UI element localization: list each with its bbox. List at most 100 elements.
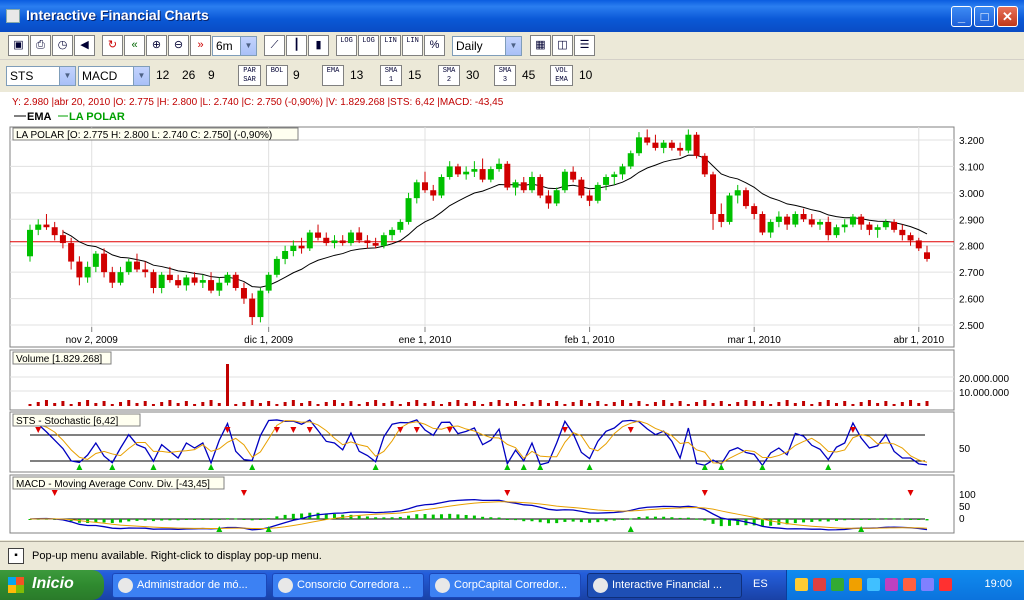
close-button[interactable]: ✕ [997, 6, 1018, 27]
volume-ema-button[interactable]: VOL EMA [550, 65, 573, 86]
sma3-param[interactable]: 45 [522, 68, 535, 82]
linear-scale-button[interactable]: LIN [380, 35, 401, 56]
print-icon[interactable]: ⎙ [30, 35, 51, 56]
taskbar-item-consorcio[interactable]: Consorcio Corredora ... [272, 573, 424, 598]
volume-bar [777, 402, 781, 406]
macd-histogram-bar [127, 519, 131, 522]
parabolic-sar-button[interactable]: PAR SAR [238, 65, 261, 86]
taskbar-item-interactive-charts[interactable]: Interactive Financial ... [587, 573, 742, 598]
update-icon[interactable] [903, 578, 916, 591]
candle-body [561, 171, 568, 191]
macd-signal-param[interactable]: 9 [208, 68, 215, 82]
macd-histogram-bar [110, 519, 114, 523]
volume-bar [876, 403, 880, 406]
macd-histogram-bar [653, 516, 657, 519]
volume-bar [283, 402, 287, 406]
volume-icon[interactable] [921, 578, 934, 591]
volume-bar [621, 400, 625, 406]
price-tick: 3.200 [959, 136, 984, 147]
data-table-icon[interactable]: ☰ [574, 35, 595, 56]
period-select[interactable]: 6m ▼ [212, 36, 257, 56]
messenger-icon[interactable] [885, 578, 898, 591]
chevron-down-icon[interactable]: ▼ [505, 37, 521, 55]
sma1-button[interactable]: SMA 1 [380, 65, 402, 86]
bollinger-param[interactable]: 9 [293, 68, 300, 82]
ema-button[interactable]: EMA [322, 65, 344, 86]
taskbar-item-corpcapital[interactable]: CorpCapital Corredor... [429, 573, 581, 598]
language-indicator[interactable]: ES [753, 578, 768, 590]
candle-body [92, 253, 99, 267]
zoom-in-icon[interactable]: ⊕ [146, 35, 167, 56]
sma1-param[interactable]: 15 [408, 68, 421, 82]
candle-body [191, 277, 198, 283]
sma2-param[interactable]: 30 [466, 68, 479, 82]
candle-body [101, 253, 108, 273]
sound-icon[interactable]: ◀ [74, 35, 95, 56]
chart-area[interactable]: Y: 2.980 |abr 20, 2010 |O: 2.775 |H: 2.8… [0, 92, 1024, 540]
monitor-icon[interactable] [867, 578, 880, 591]
percent-scale-button[interactable]: % [424, 35, 445, 56]
candle-body [586, 195, 593, 201]
shield-icon[interactable] [831, 578, 844, 591]
sma3-button[interactable]: SMA 3 [494, 65, 516, 86]
candle-body [158, 274, 165, 288]
interval-select[interactable]: Daily ▼ [452, 36, 522, 56]
bollinger-button[interactable]: BOL [266, 65, 288, 86]
volume-tick-20m: 20.000.000 [959, 374, 1009, 385]
macd-histogram-bar [448, 513, 452, 519]
chevron-down-icon[interactable]: ▼ [240, 37, 256, 55]
macd-histogram-bar [94, 519, 98, 523]
forward-icon[interactable]: » [190, 35, 211, 56]
symbol-select[interactable]: STS ▼ [6, 66, 76, 86]
timer-icon[interactable]: ◷ [52, 35, 73, 56]
save-icon[interactable]: ▣ [8, 35, 29, 56]
candle-body [528, 177, 535, 191]
color-scheme-icon[interactable]: ▦ [530, 35, 551, 56]
log-scale-button[interactable]: LOG [336, 35, 357, 56]
rewind-icon[interactable]: « [124, 35, 145, 56]
maximize-button[interactable]: □ [974, 6, 995, 27]
candle-body [652, 142, 659, 148]
java-icon[interactable] [849, 578, 862, 591]
volume-bar [110, 404, 114, 406]
volume-panel[interactable] [9, 349, 955, 411]
chart-canvas[interactable]: Y: 2.980 |abr 20, 2010 |O: 2.775 |H: 2.8… [0, 92, 1024, 540]
taskbar: Inicio Administrador de mó... Consorcio … [0, 570, 1024, 600]
zoom-out-icon[interactable]: ⊖ [168, 35, 189, 56]
candlestick-icon[interactable]: ▮ [308, 35, 329, 56]
volume-bar [925, 401, 929, 406]
network-icon[interactable] [795, 578, 808, 591]
macd-histogram-bar [489, 517, 493, 519]
refresh-icon[interactable]: ↻ [102, 35, 123, 56]
linear-scale-alt-button[interactable]: LIN [402, 35, 423, 56]
candle-body [35, 224, 42, 230]
indicator-select[interactable]: MACD ▼ [78, 66, 150, 86]
line-chart-icon[interactable]: ⟋ [264, 35, 285, 56]
chart-window-icon[interactable]: ◫ [552, 35, 573, 56]
candle-body [471, 169, 478, 172]
minimize-button[interactable]: _ [951, 6, 972, 27]
candle-body [619, 166, 626, 175]
volume-ema-param[interactable]: 10 [579, 68, 592, 82]
antivirus-icon[interactable] [813, 578, 826, 591]
chevron-down-icon[interactable]: ▼ [59, 67, 75, 85]
chevron-down-icon[interactable]: ▼ [133, 67, 149, 85]
macd-slow-param[interactable]: 26 [182, 68, 195, 82]
macd-fast-param[interactable]: 12 [156, 68, 169, 82]
candle-body [915, 240, 922, 249]
ema-param[interactable]: 13 [350, 68, 363, 82]
volume-bar [645, 404, 649, 406]
candle-body [545, 195, 552, 204]
popup-menu-icon[interactable]: ▪ [8, 548, 24, 564]
bar-chart-icon[interactable]: ┃ [286, 35, 307, 56]
alert-icon[interactable] [939, 578, 952, 591]
sma2-button[interactable]: SMA 2 [438, 65, 460, 86]
start-button[interactable]: Inicio [0, 570, 104, 600]
macd-histogram-bar [226, 518, 230, 520]
taskbar-item-administrador[interactable]: Administrador de mó... [112, 573, 267, 598]
price-panel[interactable] [9, 126, 955, 348]
volume-bar [316, 404, 320, 406]
info-line: Y: 2.980 |abr 20, 2010 |O: 2.775 |H: 2.8… [12, 97, 504, 108]
log-scale-alt-button[interactable]: LOG [358, 35, 379, 56]
title-bar[interactable]: Interactive Financial Charts _ □ ✕ [0, 0, 1024, 32]
